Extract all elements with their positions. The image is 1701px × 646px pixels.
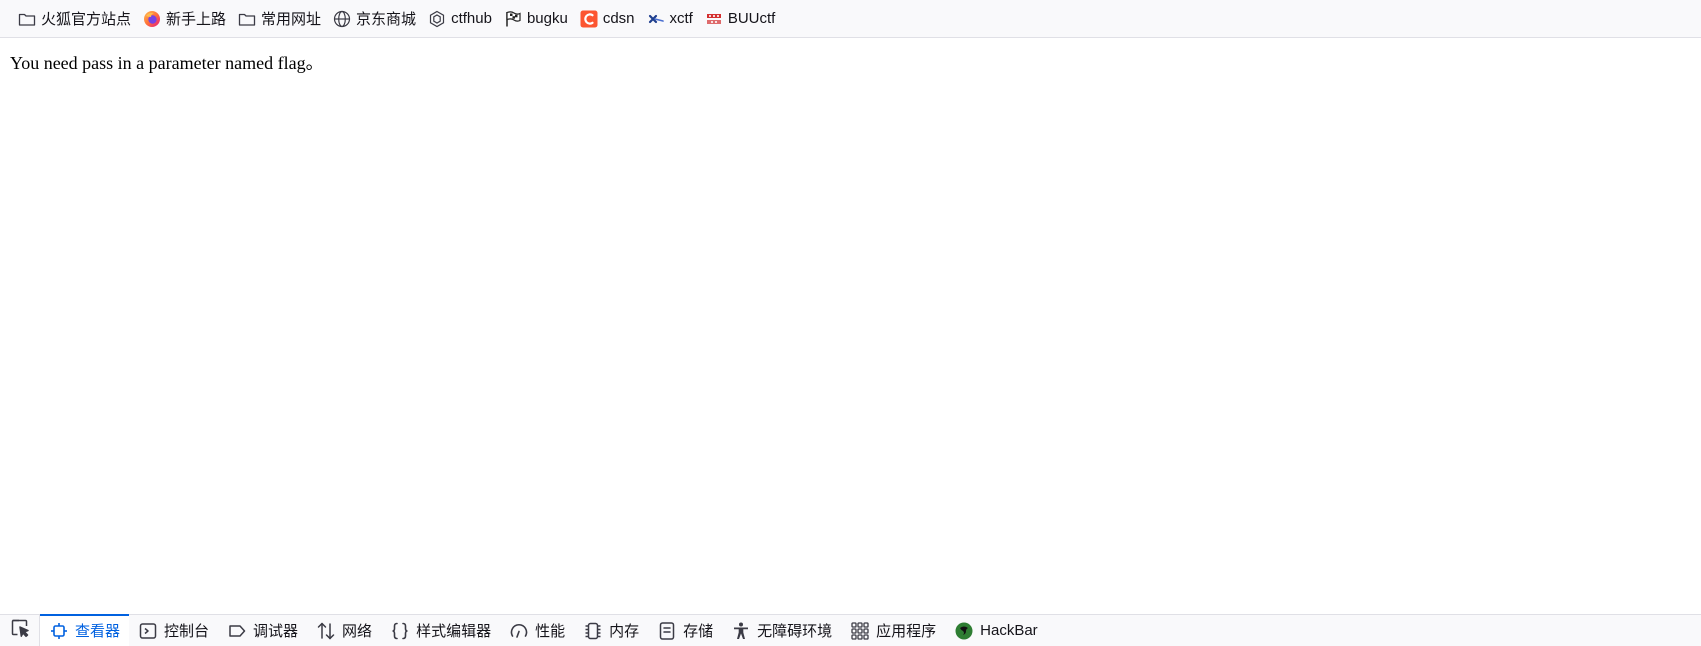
memory-icon <box>583 621 603 641</box>
buuctf-icon <box>705 10 723 28</box>
tab-label: 控制台 <box>164 623 210 640</box>
folder-icon <box>238 10 256 28</box>
hackbar-icon <box>954 621 974 641</box>
tab-hackbar[interactable]: HackBar <box>945 615 1047 646</box>
tab-performance[interactable]: 性能 <box>500 615 574 646</box>
bookmark-cdsn[interactable]: cdsn <box>576 6 639 32</box>
tab-label: 调试器 <box>253 623 299 640</box>
tab-label: 样式编辑器 <box>416 623 492 640</box>
tab-label: 内存 <box>609 623 640 640</box>
bookmark-label: ctfhub <box>451 10 492 27</box>
ctfhub-icon <box>428 10 446 28</box>
network-icon <box>316 621 336 641</box>
firefox-icon <box>143 10 161 28</box>
bookmark-label: bugku <box>526 10 568 27</box>
application-icon <box>850 621 870 641</box>
tab-debugger[interactable]: 调试器 <box>218 615 307 646</box>
bookmark-label: 京东商城 <box>356 11 417 28</box>
bookmark-label: 新手上路 <box>166 11 227 28</box>
console-icon <box>138 621 158 641</box>
tab-storage[interactable]: 存储 <box>648 615 722 646</box>
inspector-icon <box>49 621 69 641</box>
bookmark-huohu-official[interactable]: 火狐官方站点 <box>14 6 135 32</box>
tab-label: 网络 <box>342 623 373 640</box>
bookmark-buuctf[interactable]: BUUctf <box>701 6 780 32</box>
tab-label: 存储 <box>683 623 714 640</box>
tab-label: 查看器 <box>75 623 121 640</box>
bookmark-label: 常用网址 <box>261 11 322 28</box>
tab-label: 性能 <box>535 623 566 640</box>
devtools-toolbar: 查看器 控制台 调试器 网络 样式编辑器 性能 内存 存储 无障碍环境 应用程序… <box>0 614 1701 646</box>
tab-label: 应用程序 <box>876 623 937 640</box>
tab-application[interactable]: 应用程序 <box>841 615 945 646</box>
csdn-icon <box>580 10 598 28</box>
xctf-icon <box>647 10 665 28</box>
bookmark-common-sites[interactable]: 常用网址 <box>234 6 325 32</box>
page-content: You need pass in a parameter named flag。 <box>0 38 1701 614</box>
bookmark-xctf[interactable]: xctf <box>643 6 697 32</box>
bookmark-label: cdsn <box>602 10 635 27</box>
tab-label: HackBar <box>980 622 1038 639</box>
performance-icon <box>509 621 529 641</box>
bookmark-ctfhub[interactable]: ctfhub <box>424 6 496 32</box>
bookmarks-toolbar: 火狐官方站点 新手上路 常用网址 京东商城 ctfhub bugku cdsn … <box>0 0 1701 38</box>
bookmark-getting-started[interactable]: 新手上路 <box>139 6 230 32</box>
bookmark-label: 火狐官方站点 <box>41 11 132 28</box>
element-picker-icon <box>10 618 30 643</box>
globe-icon <box>333 10 351 28</box>
tab-accessibility[interactable]: 无障碍环境 <box>722 615 841 646</box>
tab-inspector[interactable]: 查看器 <box>40 614 130 646</box>
storage-icon <box>657 621 677 641</box>
bookmark-label: xctf <box>669 10 693 27</box>
flag-icon <box>504 10 522 28</box>
tab-network[interactable]: 网络 <box>307 615 381 646</box>
folder-icon <box>18 10 36 28</box>
bookmark-label: BUUctf <box>727 10 776 27</box>
style-editor-icon <box>390 621 410 641</box>
page-message: You need pass in a parameter named flag。 <box>10 53 324 73</box>
bookmark-jd[interactable]: 京东商城 <box>329 6 420 32</box>
tab-memory[interactable]: 内存 <box>574 615 648 646</box>
tab-label: 无障碍环境 <box>757 623 833 640</box>
bookmark-bugku[interactable]: bugku <box>500 6 572 32</box>
debugger-icon <box>227 621 247 641</box>
accessibility-icon <box>731 621 751 641</box>
element-picker-button[interactable] <box>0 615 40 646</box>
tab-console[interactable]: 控制台 <box>129 615 218 646</box>
tab-style-editor[interactable]: 样式编辑器 <box>381 615 500 646</box>
